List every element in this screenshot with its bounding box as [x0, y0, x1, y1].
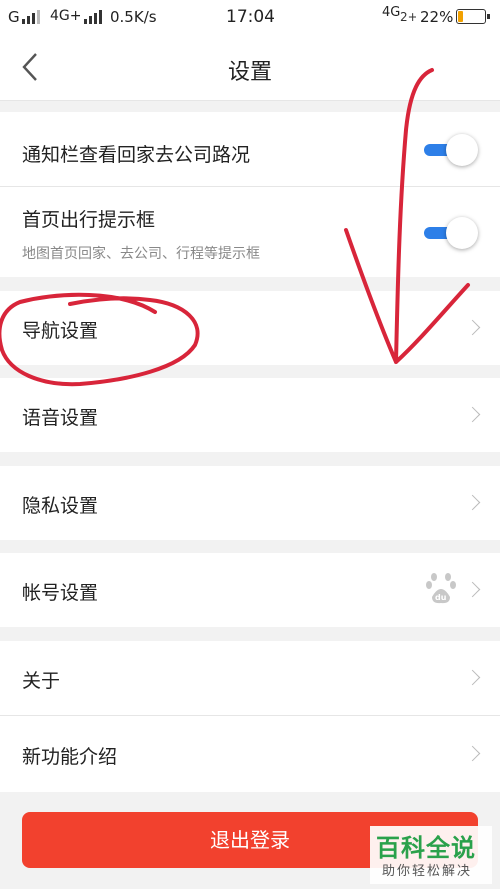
signal-icon [22, 10, 40, 24]
notify-toggle[interactable] [422, 134, 478, 166]
navigation-bar: 设置 [0, 34, 500, 101]
status-bar: G 4G+ 0.5K/s 17:04 4G 2+ 22% [0, 0, 500, 34]
chevron-right-icon [464, 319, 481, 336]
setting-row-about[interactable]: 关于 [0, 641, 500, 715]
chevron-right-icon [464, 406, 481, 423]
chevron-right-icon [464, 745, 481, 762]
setting-row-navigation[interactable]: 导航设置 [0, 291, 500, 365]
clock: 17:04 [226, 7, 275, 27]
setting-row-privacy[interactable]: 隐私设置 [0, 466, 500, 540]
setting-row-home-tip[interactable]: 首页出行提示框 地图首页回家、去公司、行程等提示框 [0, 187, 500, 277]
setting-label: 通知栏查看回家去公司路况 [22, 144, 251, 166]
chevron-right-icon [464, 494, 481, 511]
setting-label: 帐号设置 [22, 582, 99, 604]
carrier-label: G [8, 8, 20, 26]
setting-label: 关于 [22, 670, 61, 692]
data-arrows-icon: 2+ [400, 10, 416, 24]
battery-icon [456, 9, 490, 24]
setting-label: 语音设置 [22, 407, 99, 429]
carrier2-label: 4G+ [50, 8, 82, 24]
chevron-right-icon [464, 669, 481, 686]
setting-label: 导航设置 [22, 320, 99, 342]
network-type: 4G [382, 5, 401, 20]
svg-text:du: du [435, 593, 447, 602]
watermark: 百科全说 助你轻松解决 [370, 826, 492, 884]
home-tip-toggle[interactable] [422, 217, 478, 249]
setting-row-new-features[interactable]: 新功能介绍 [0, 716, 500, 792]
signal-icon [84, 10, 102, 24]
watermark-title: 百科全说 [376, 834, 476, 862]
setting-row-account[interactable]: 帐号设置 du [0, 553, 500, 627]
baidu-paw-icon: du [426, 573, 456, 604]
battery-percent: 22% [420, 8, 454, 26]
setting-description: 地图首页回家、去公司、行程等提示框 [22, 246, 260, 262]
setting-label: 首页出行提示框 [22, 209, 156, 231]
page-title: 设置 [227, 60, 272, 85]
network-speed: 0.5K/s [110, 8, 157, 26]
chevron-right-icon [464, 581, 481, 598]
setting-label: 新功能介绍 [22, 746, 118, 768]
svg-text:2+: 2+ [400, 10, 416, 24]
setting-row-voice[interactable]: 语音设置 [0, 378, 500, 452]
setting-row-notify[interactable]: 通知栏查看回家去公司路况 [0, 112, 500, 186]
watermark-subtitle: 助你轻松解决 [382, 864, 473, 879]
setting-label: 隐私设置 [22, 495, 99, 517]
